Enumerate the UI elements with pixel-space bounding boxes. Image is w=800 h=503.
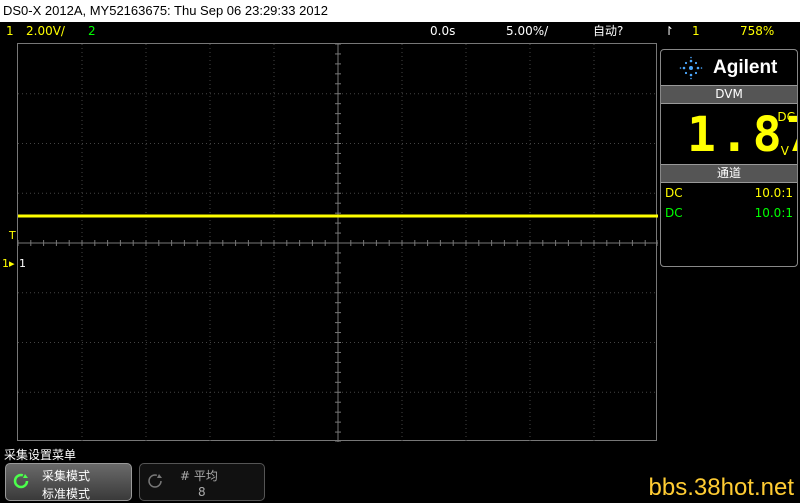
dvm-header: DVM (661, 85, 797, 104)
rotate-icon (148, 474, 162, 488)
softkey-label: # 平均 (180, 469, 218, 483)
probe-coupling: DC (665, 206, 683, 220)
edge-rising-icon: ↾ (664, 24, 675, 38)
window-title-bar: DS0-X 2012A, MY52163675: Thu Sep 06 23:2… (0, 0, 800, 22)
status-bar: 1 2.00V/ 2 0.0s 5.00%/ 自动? ↾ 1 758% (0, 22, 800, 40)
waveform-display[interactable] (17, 43, 658, 442)
ch1-label[interactable]: 1 (6, 22, 14, 40)
probe-ratio: 10.0:1 (754, 206, 793, 220)
dvm-readout: 1.87 DC V (661, 104, 797, 164)
probe-header: 通道 (661, 164, 797, 183)
trigger-level: 758% (740, 24, 775, 38)
trigger-mode[interactable]: 自动? (593, 22, 623, 40)
time-offset[interactable]: 0.0s (430, 22, 455, 40)
agilent-spark-icon (679, 56, 703, 79)
menu-title: 采集设置菜单 (4, 448, 77, 462)
ch2-label[interactable]: 2 (88, 22, 96, 40)
averages-softkey[interactable]: # 平均 8 (139, 463, 265, 501)
ground-label: 1 (19, 257, 26, 270)
agilent-logo: Agilent (661, 50, 797, 85)
window-title: DS0-X 2012A, MY52163675: Thu Sep 06 23:2… (3, 3, 329, 18)
softkey-value: 8 (198, 485, 206, 499)
trigger-level-marker: T (9, 229, 16, 242)
logo-text: Agilent (713, 56, 778, 78)
graticule (18, 44, 658, 442)
dvm-mode: DC (777, 110, 795, 124)
acquisition-mode-softkey[interactable]: 采集模式 标准模式 (5, 463, 132, 501)
side-panel: Agilent DVM 1.87 DC V 通道 DC 10.0:1 DC 10… (660, 49, 798, 267)
time-scale[interactable]: 5.00%/ (506, 22, 548, 40)
ground-marker: 1▸ (2, 257, 15, 270)
trigger-source: 1 (692, 24, 700, 38)
probe-row-ch1: DC 10.0:1 (661, 183, 797, 203)
softkey-label: 采集模式 (42, 469, 91, 483)
ch1-scale[interactable]: 2.00V/ (26, 22, 65, 40)
probe-ratio: 10.0:1 (754, 186, 793, 200)
watermark: bbs.38hot.net (648, 474, 794, 501)
dvm-unit: V (780, 144, 789, 158)
softkey-value: 标准模式 (42, 487, 91, 501)
rotate-icon (13, 473, 29, 489)
probe-row-ch2: DC 10.0:1 (661, 203, 797, 223)
probe-coupling: DC (665, 186, 683, 200)
